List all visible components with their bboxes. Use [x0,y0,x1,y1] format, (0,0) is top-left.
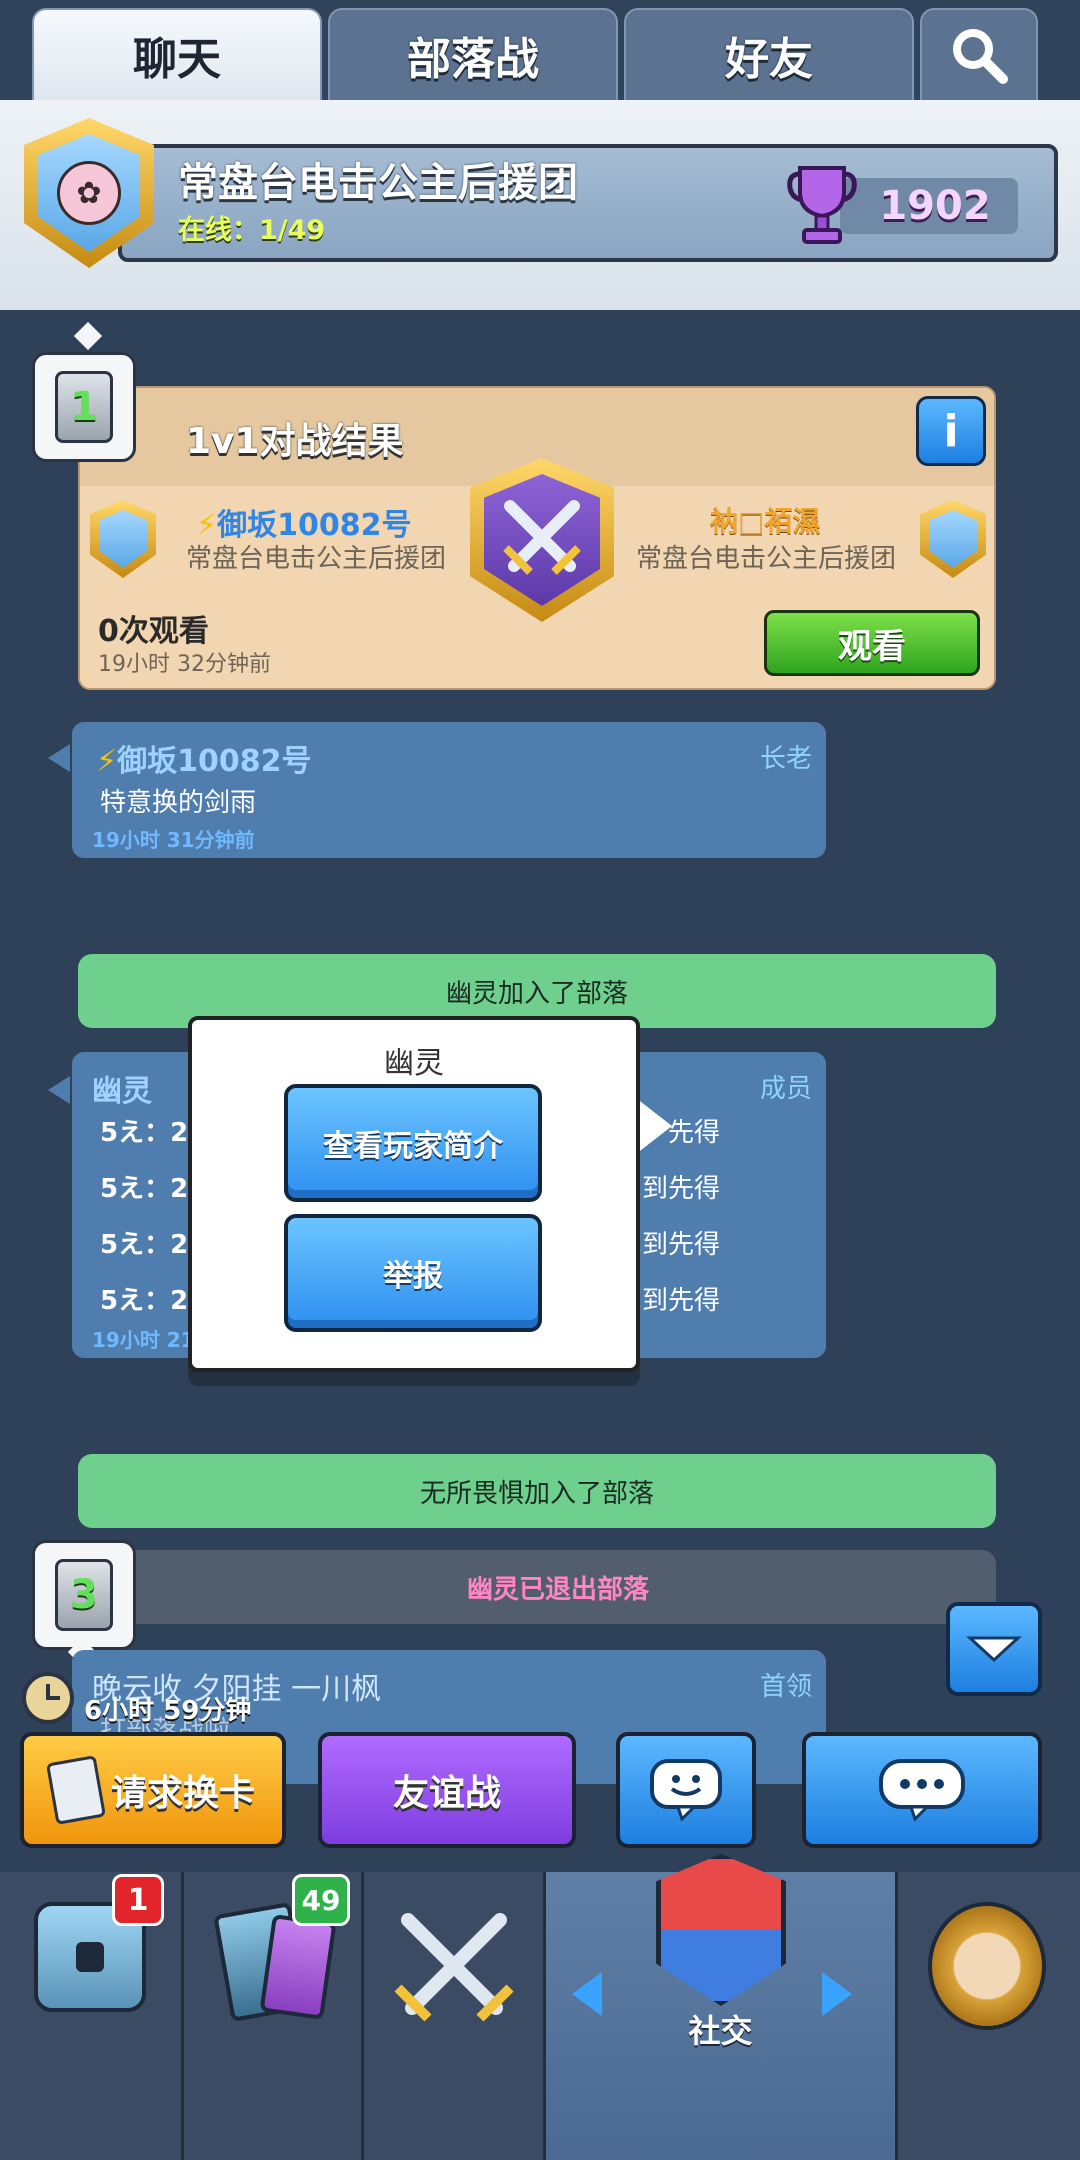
watch-button[interactable]: 观看 [764,610,980,676]
card-count-badge: 49 [292,1874,350,1926]
clan-name: 常盘台电击公主后援团 [178,160,578,206]
chat-bubble-icon [879,1759,965,1822]
message-line-tail: 到先得 [642,1174,721,1204]
badge-pointer [73,321,103,351]
report-button[interactable]: 举报 [284,1214,542,1332]
info-button[interactable]: i [916,396,986,466]
message-time: 19小时 31分钟前 [92,828,255,852]
bubble-tail [48,1076,70,1104]
player1-clan-badge [90,500,156,578]
flower-icon: ✿ [57,161,121,225]
unread-badge-3[interactable]: 3 [32,1540,136,1650]
message-sender[interactable]: 御坂10082号 [117,744,311,779]
nav-right-arrow-icon[interactable] [822,1972,852,2016]
social-icon [656,1854,786,2006]
card-icon [45,1755,106,1825]
nav-battle[interactable] [364,1872,546,2160]
message-line: 5え：2 [100,1286,189,1316]
friendly-battle-button[interactable]: 友谊战 [318,1732,576,1848]
battle-title: 1v1对战结果 [186,421,404,462]
clan-badge[interactable]: ✿ [24,118,154,268]
message-line: 5え：2 [100,1230,189,1260]
message-sender[interactable]: 幽灵 [92,1066,152,1110]
player1-clan: 常盘台电击公主后援团 [186,544,447,574]
crossed-swords-icon [503,500,581,575]
player-popup: 幽灵 查看玩家简介 举报 [188,1016,640,1372]
nav-social[interactable]: 社交 [546,1854,898,2160]
trophy-count: 1902 [879,183,991,229]
online-count: 在线：1/49 [178,215,326,246]
system-event-left: 幽灵已退出部落 [120,1550,996,1624]
popup-pointer [636,1098,672,1154]
player2-clan-badge [920,500,986,578]
laurel-avatar-icon [928,1902,1046,2030]
sender-role: 首领 [760,1672,813,1702]
bubble-tail [48,744,70,772]
nav-events[interactable] [898,1872,1080,2160]
player2-clan: 常盘台电击公主后援团 [636,544,897,574]
message-line-tail: 到先得 [642,1286,721,1316]
popup-title: 幽灵 [384,1046,444,1081]
tab-friends[interactable]: 好友 [624,8,914,100]
message-line: 5え：2 [100,1174,189,1204]
request-timer: 6小时 59分钟 [84,1696,252,1726]
tab-chat[interactable]: 聊天 [32,8,322,100]
bolt-icon: ⚡ [96,744,118,779]
system-event-joined: 无所畏惧加入了部落 [78,1454,996,1528]
clock-icon [22,1672,74,1724]
message-line-tail: 先得 [668,1118,721,1148]
battle-result-card[interactable]: 1v1对战结果 i ⚡御坂10082号 常盘台电击公主后援团 衲□袹濕 常盘台电… [78,386,996,690]
player2-name[interactable]: 衲□袹濕 [710,500,820,540]
battle-time: 19小时 32分钟前 [98,652,271,677]
notification-badge: 1 [112,1874,164,1926]
sender-role: 成员 [760,1074,813,1104]
request-cards-button[interactable]: 请求换卡 [20,1732,286,1848]
trophy-icon [786,162,858,246]
chevron-down-icon [966,1636,1022,1663]
view-profile-button[interactable]: 查看玩家简介 [284,1084,542,1202]
message-text: 特意换的剑雨 [100,788,257,818]
emote-button[interactable] [616,1732,756,1848]
crossed-swords-badge [470,458,614,622]
nav-cards[interactable]: 49 [184,1872,364,2160]
view-count: 0次观看 [98,614,209,649]
unread-badge-1[interactable]: 1 [32,352,136,462]
message-line: 5え：2 [100,1118,189,1148]
search-button[interactable] [920,8,1038,100]
tab-clan-war[interactable]: 部落战 [328,8,618,100]
scroll-to-bottom-button[interactable] [946,1602,1042,1696]
nav-shop[interactable]: 1 [0,1872,184,2160]
crossed-swords-icon [394,1913,514,2022]
chat-input-button[interactable] [802,1732,1042,1848]
message-time: 19小时 21 [92,1328,195,1352]
search-icon [953,29,1008,84]
chat-message-1[interactable]: ⚡御坂10082号 长老 特意换的剑雨 19小时 31分钟前 [72,722,826,858]
emote-icon [650,1759,722,1822]
message-line-tail: 到先得 [642,1230,721,1260]
sender-role: 长老 [760,744,813,774]
